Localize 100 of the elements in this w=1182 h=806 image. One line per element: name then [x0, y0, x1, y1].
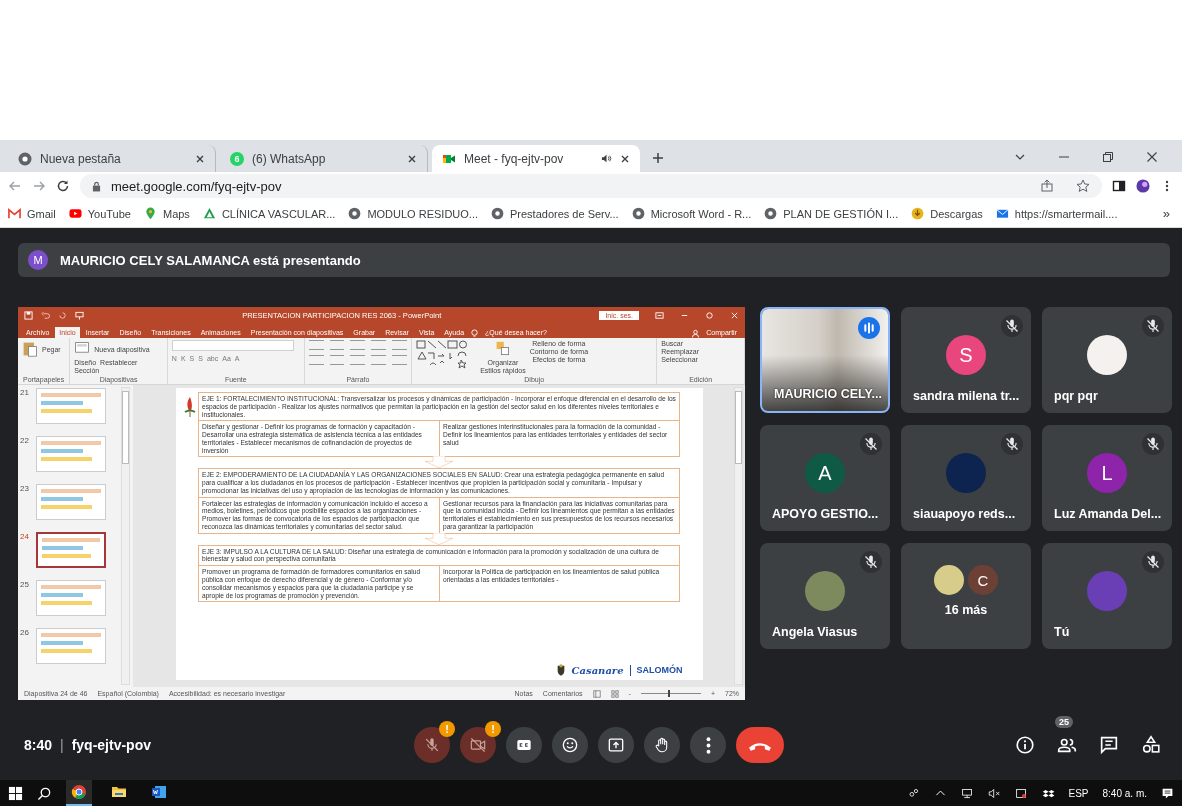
- envelope-icon: [995, 207, 1009, 220]
- notifications-icon[interactable]: [1161, 786, 1174, 800]
- bookmark[interactable]: MODULO RESIDUO...: [348, 207, 478, 220]
- document-app-icon: [151, 784, 167, 800]
- participant-name: MAURICIO CELY...: [774, 387, 882, 401]
- star-icon[interactable]: [1076, 179, 1090, 193]
- close-icon[interactable]: [407, 153, 417, 164]
- participant-tile[interactable]: MAURICIO CELY...: [760, 307, 890, 413]
- avatar: L: [1087, 453, 1127, 493]
- participant-tile[interactable]: Tú: [1042, 543, 1172, 649]
- bookmark[interactable]: https://smartermail....: [995, 207, 1118, 220]
- more-options-button[interactable]: [690, 727, 726, 763]
- participant-name: pqr pqr: [1054, 389, 1098, 403]
- avatar: A: [805, 453, 845, 493]
- participant-name: siauapoyo reds...: [913, 507, 1016, 521]
- side-panel-icon[interactable]: [1112, 179, 1126, 193]
- network-icon[interactable]: [960, 786, 974, 800]
- participant-tile[interactable]: pqr pqr: [1042, 307, 1172, 413]
- profile-avatar[interactable]: [1136, 179, 1150, 193]
- paragraph-tools-drawing[interactable]: [308, 340, 407, 366]
- bookmark[interactable]: YouTube: [68, 207, 131, 220]
- more-bookmarks-button[interactable]: »: [1158, 206, 1174, 221]
- avatar: C: [968, 565, 998, 595]
- participant-tile[interactable]: S sandra milena tr...: [901, 307, 1031, 413]
- slide-number: 22: [20, 436, 30, 447]
- warning-badge: !: [439, 721, 455, 737]
- logo-text: Casanare: [571, 664, 631, 676]
- close-icon[interactable]: [620, 153, 630, 164]
- participant-name: 16 más: [944, 603, 988, 617]
- bookmark[interactable]: Gmail: [8, 207, 56, 220]
- bookmark[interactable]: CLÍNICA VASCULAR...: [202, 207, 336, 220]
- bookmark[interactable]: Maps: [143, 207, 190, 220]
- speaker-muted-icon[interactable]: [987, 786, 1001, 800]
- reaction-button[interactable]: [552, 727, 588, 763]
- input-language[interactable]: ESP: [1068, 787, 1089, 799]
- participant-name: APOYO GESTIO...: [772, 507, 879, 521]
- undo-icon[interactable]: [41, 310, 50, 320]
- bookmark[interactable]: Prestadores de Serv...: [491, 207, 619, 220]
- close-icon[interactable]: [195, 153, 205, 164]
- restore-icon[interactable]: [1102, 151, 1114, 163]
- slider-thumb[interactable]: [667, 690, 670, 697]
- reload-icon[interactable]: [56, 179, 70, 193]
- warning-badge: !: [485, 721, 501, 737]
- avatar: M: [28, 250, 48, 270]
- windows-start-icon[interactable]: [8, 785, 23, 801]
- taskbar-app[interactable]: [66, 780, 92, 806]
- participant-name: Luz Amanda Del...: [1054, 507, 1162, 521]
- save-icon[interactable]: [24, 310, 33, 320]
- participant-name: Tú: [1054, 625, 1070, 639]
- participant-tile[interactable]: L Luz Amanda Del...: [1042, 425, 1172, 531]
- present-button[interactable]: [598, 727, 634, 763]
- ribbon-options-icon[interactable]: [655, 310, 664, 320]
- end-call-button[interactable]: [736, 727, 784, 763]
- bookmark[interactable]: PLAN DE GESTIÓN I...: [764, 207, 899, 220]
- clock[interactable]: 8:40 a. m.: [1102, 787, 1147, 799]
- close-icon[interactable]: [1146, 151, 1158, 163]
- coat-of-arms-icon: [555, 663, 566, 677]
- camera-button[interactable]: [460, 727, 496, 763]
- browser-tab[interactable]: Meet - fyq-ejtv-pov: [432, 145, 640, 172]
- slide-number: 25: [20, 580, 30, 591]
- globe-icon: [491, 207, 504, 220]
- participant-name: sandra milena tr...: [913, 389, 1020, 403]
- lock-icon: [92, 180, 101, 192]
- participant-name: Angela Viasus: [772, 625, 858, 639]
- raise-hand-button[interactable]: [644, 727, 680, 763]
- start-presentation-icon[interactable]: [75, 310, 84, 320]
- participant-tile[interactable]: siauapoyo reds...: [901, 425, 1031, 531]
- new-tab-icon[interactable]: [652, 152, 664, 164]
- map-pin-icon: [143, 207, 157, 220]
- camera-off-icon: [468, 735, 488, 755]
- bookmark[interactable]: Microsoft Word - R...: [631, 207, 752, 220]
- microphone-button[interactable]: [414, 727, 450, 763]
- participant-tile[interactable]: Angela Viasus: [760, 543, 890, 649]
- leaf-logo-icon: [183, 396, 196, 418]
- arrange-icon[interactable]: [494, 340, 511, 358]
- search-icon[interactable]: [37, 785, 52, 801]
- globe-icon: [348, 207, 362, 220]
- slide-number: 21: [20, 388, 30, 399]
- more-vertical-icon: [705, 736, 711, 754]
- participant-tile[interactable]: A APOYO GESTIO...: [760, 425, 890, 531]
- participant-tile[interactable]: C 16 más: [901, 543, 1031, 649]
- share-icon[interactable]: [1040, 179, 1054, 193]
- captions-button[interactable]: [506, 727, 542, 763]
- play-icon: [68, 207, 82, 220]
- scrollbar[interactable]: [734, 387, 743, 685]
- bookmark[interactable]: Descargas: [911, 207, 983, 220]
- logo-text: SALOMÓN: [636, 665, 683, 675]
- globe-icon: [631, 207, 645, 220]
- scrollbar[interactable]: [121, 387, 130, 685]
- smiley-icon: [560, 735, 580, 755]
- back-arrow-icon[interactable]: [8, 179, 22, 193]
- slide-number: 24: [20, 532, 30, 543]
- address-bar[interactable]: meet.google.com/fyq-ejtv-pov: [80, 174, 1102, 198]
- restore-icon[interactable]: [705, 310, 714, 320]
- font-name-field[interactable]: [171, 340, 294, 351]
- slide-thumbnail[interactable]: [36, 532, 106, 568]
- forward-arrow-icon[interactable]: [32, 179, 46, 193]
- speaker-icon[interactable]: [601, 153, 612, 164]
- clipboard-icon[interactable]: [22, 340, 38, 358]
- meeting-time: 8:40: [24, 737, 53, 753]
